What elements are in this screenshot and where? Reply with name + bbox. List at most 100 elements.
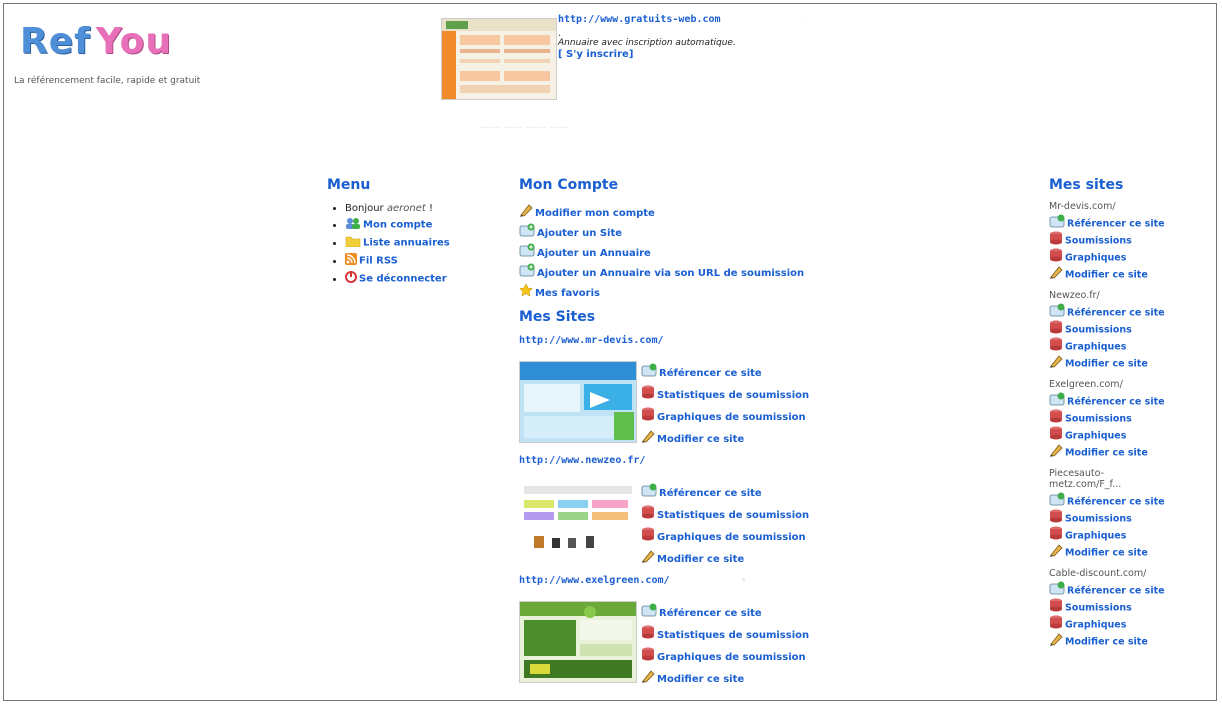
site-thumbnail[interactable] — [519, 481, 637, 563]
sidebar-reference-link[interactable]: Référencer ce site — [1049, 492, 1214, 509]
reference-site-link[interactable]: Référencer ce site — [641, 481, 809, 503]
database-icon — [641, 624, 655, 643]
action-label: Soumissions — [1065, 235, 1132, 247]
action-label[interactable]: Graphiques de soumission — [657, 652, 806, 663]
menu-item-label[interactable]: Se déconnecter — [359, 274, 447, 285]
rss-icon — [345, 253, 357, 268]
action-label: Référencer ce site — [1067, 496, 1165, 508]
banner-url[interactable]: http://www.gratuits-web.com — [558, 14, 721, 25]
action-label[interactable]: Référencer ce site — [659, 368, 762, 379]
action-label[interactable]: Graphiques de soumission — [657, 532, 806, 543]
action-label[interactable]: Modifier ce site — [657, 554, 744, 565]
sidebar-edit-link[interactable]: Modifier ce site — [1049, 443, 1214, 460]
site-actions: Référencer ce site Statistiques de soumi… — [641, 601, 809, 691]
action-label[interactable]: Référencer ce site — [659, 608, 762, 619]
sidebar-graphs-link[interactable]: Graphiques — [1049, 337, 1214, 354]
add-url-icon — [519, 262, 535, 282]
edit-site-link[interactable]: Modifier ce site — [641, 547, 809, 569]
banner-signup-link[interactable]: [ S'y inscrire] — [558, 49, 633, 60]
sidebar-site: Mr-devis.com/ Référencer ce site Soumiss… — [1049, 201, 1214, 282]
action-label[interactable]: Modifier ce site — [657, 434, 744, 445]
menu-item-mon-compte[interactable]: Mon compte — [345, 217, 507, 232]
pencil-icon — [1049, 443, 1063, 463]
edit-site-link[interactable]: Modifier ce site — [641, 427, 809, 449]
site-tagline: La référencement facile, rapide et gratu… — [14, 76, 201, 86]
stats-link[interactable]: Statistiques de soumission — [641, 383, 809, 405]
add-directory-url-link[interactable]: Ajouter un Annuaire via son URL de soumi… — [519, 261, 839, 281]
menu-item-label[interactable]: Mon compte — [363, 220, 432, 231]
favorites-link[interactable]: Mes favoris — [519, 281, 839, 301]
pencil-icon — [641, 428, 655, 447]
action-label: Référencer ce site — [1067, 396, 1165, 408]
action-label[interactable]: Graphiques de soumission — [657, 412, 806, 423]
logout-icon — [345, 271, 357, 286]
site-entry: Référencer ce site Statistiques de soumi… — [519, 481, 839, 571]
menu-item-fil-rss[interactable]: Fil RSS — [345, 253, 507, 268]
site-thumbnail[interactable] — [519, 601, 637, 683]
sidebar-edit-link[interactable]: Modifier ce site — [1049, 354, 1214, 371]
action-label[interactable]: Statistiques de soumission — [657, 390, 809, 401]
action-label[interactable]: Référencer ce site — [659, 488, 762, 499]
sidebar-edit-link[interactable]: Modifier ce site — [1049, 265, 1214, 282]
banner-thumbnail[interactable] — [441, 18, 557, 100]
database-icon — [641, 504, 655, 523]
edit-site-link[interactable]: Modifier ce site — [641, 667, 809, 689]
menu-title: Menu — [327, 177, 371, 193]
site-url[interactable]: http://www.mr-devis.com/ — [519, 335, 839, 349]
reference-site-link[interactable]: Référencer ce site — [641, 361, 809, 383]
account-item-label[interactable]: Ajouter un Annuaire via son URL de soumi… — [537, 268, 804, 279]
database-icon — [641, 384, 655, 403]
my-sites-title: Mes Sites — [519, 309, 596, 325]
action-label: Référencer ce site — [1067, 307, 1165, 319]
site-thumbnail[interactable] — [519, 361, 637, 443]
add-directory-link[interactable]: Ajouter un Annuaire — [519, 241, 839, 261]
graphs-link[interactable]: Graphiques de soumission — [641, 645, 809, 667]
sidebar-edit-link[interactable]: Modifier ce site — [1049, 632, 1214, 649]
stats-link[interactable]: Statistiques de soumission — [641, 503, 809, 525]
folder-icon — [345, 235, 361, 250]
menu-item-label[interactable]: Liste annuaires — [363, 238, 450, 249]
sidebar-site-name: Newzeo.fr/ — [1049, 290, 1100, 301]
action-label[interactable]: Statistiques de soumission — [657, 510, 809, 521]
menu-item-liste-annuaires[interactable]: Liste annuaires — [345, 235, 507, 250]
graphs-link[interactable]: Graphiques de soumission — [641, 405, 809, 427]
sidebar-graphs-link[interactable]: Graphiques — [1049, 526, 1214, 543]
modify-account-link[interactable]: Modifier mon compte — [519, 201, 839, 221]
graphs-link[interactable]: Graphiques de soumission — [641, 525, 809, 547]
account-item-label[interactable]: Ajouter un Site — [537, 228, 622, 239]
sidebar-submissions-link[interactable]: Soumissions — [1049, 231, 1214, 248]
account-item-label[interactable]: Ajouter un Annuaire — [537, 248, 651, 259]
stats-link[interactable]: Statistiques de soumission — [641, 623, 809, 645]
sidebar-submissions-link[interactable]: Soumissions — [1049, 320, 1214, 337]
action-label[interactable]: Statistiques de soumission — [657, 630, 809, 641]
account-item-label[interactable]: Modifier mon compte — [535, 208, 655, 219]
menu-item-se-deconnecter[interactable]: Se déconnecter — [345, 271, 507, 286]
sidebar-submissions-link[interactable]: Soumissions — [1049, 598, 1214, 615]
action-label: Soumissions — [1065, 324, 1132, 336]
sidebar-reference-link[interactable]: Référencer ce site — [1049, 303, 1214, 320]
add-site-link[interactable]: Ajouter un Site — [519, 221, 839, 241]
sidebar-reference-link[interactable]: Référencer ce site — [1049, 581, 1214, 598]
sidebar-graphs-link[interactable]: Graphiques — [1049, 615, 1214, 632]
sidebar-submissions-link[interactable]: Soumissions — [1049, 509, 1214, 526]
site-url[interactable]: http://www.exelgreen.com/ — [519, 575, 839, 589]
sidebar-reference-link[interactable]: Référencer ce site — [1049, 392, 1214, 409]
menu-greeting: Bonjour aeronet ! — [345, 203, 507, 214]
sidebar-graphs-link[interactable]: Graphiques — [1049, 426, 1214, 443]
menu-item-label[interactable]: Fil RSS — [359, 256, 398, 267]
action-label: Graphiques — [1065, 430, 1127, 442]
action-label[interactable]: Modifier ce site — [657, 674, 744, 685]
sidebar-reference-link[interactable]: Référencer ce site — [1049, 214, 1214, 231]
account-item-label[interactable]: Mes favoris — [535, 288, 600, 299]
site-url[interactable]: http://www.newzeo.fr/ — [519, 455, 839, 469]
site-logo[interactable]: Ref You — [20, 22, 172, 62]
database-icon — [641, 646, 655, 665]
sidebar-graphs-link[interactable]: Graphiques — [1049, 248, 1214, 265]
reference-site-link[interactable]: Référencer ce site — [641, 601, 809, 623]
menu-list: Bonjour aeronet ! Mon compte Liste annua… — [345, 203, 507, 286]
sidebar-submissions-link[interactable]: Soumissions — [1049, 409, 1214, 426]
action-label: Référencer ce site — [1067, 585, 1165, 597]
action-label: Soumissions — [1065, 513, 1132, 525]
sidebar-edit-link[interactable]: Modifier ce site — [1049, 543, 1214, 560]
users-icon — [345, 217, 361, 232]
